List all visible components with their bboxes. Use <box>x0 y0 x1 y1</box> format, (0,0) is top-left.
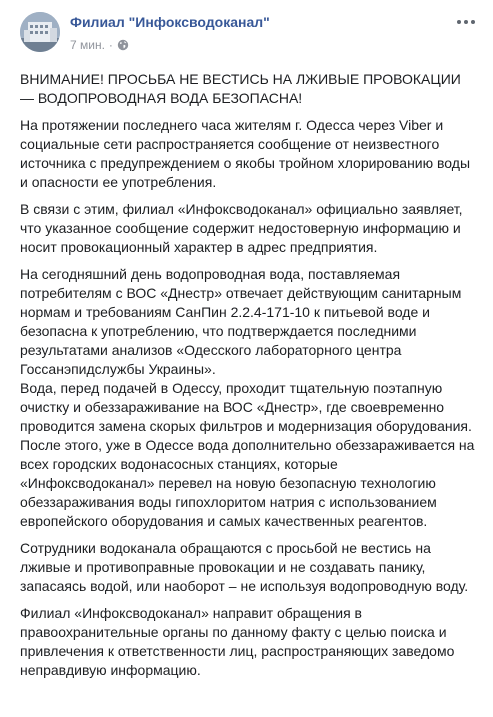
post-paragraph: Филиал «Инфоксводоканал» направит обраще… <box>20 605 455 678</box>
page-name-link[interactable]: Филиал "Инфоксводоканал" <box>70 14 270 30</box>
meta-separator: · <box>108 38 113 52</box>
building-avatar-image <box>20 12 60 52</box>
facebook-post: Филиал "Инфоксводоканал" 7 мин. · ВНИМАН… <box>0 0 493 717</box>
post-meta: 7 мин. · <box>70 38 129 52</box>
post-paragraph: На сегодняшний день водопроводная вода, … <box>20 266 462 377</box>
post-paragraph: На протяжении последнего часа жителям г.… <box>20 117 471 190</box>
post-paragraph: Сотрудники водоканала обращаются с прось… <box>20 540 469 594</box>
more-options-icon[interactable] <box>454 14 478 30</box>
post-header: Филиал "Инфоксводоканал" 7 мин. · <box>20 12 480 60</box>
post-timestamp[interactable]: 7 мин. <box>70 38 105 52</box>
page-avatar[interactable] <box>20 12 60 52</box>
post-body: ВНИМАНИЕ! ПРОСЬБА НЕ ВЕСТИСЬ НА ЛЖИВЫЕ П… <box>20 70 476 688</box>
post-paragraph: В связи с этим, филиал «Инфоксводоканал»… <box>20 201 463 255</box>
post-paragraph: Вода, перед подачей в Одессу, проходит т… <box>20 380 475 529</box>
post-headline: ВНИМАНИЕ! ПРОСЬБА НЕ ВЕСТИСЬ НА ЛЖИВЫЕ П… <box>20 71 461 106</box>
globe-icon[interactable] <box>117 39 129 51</box>
